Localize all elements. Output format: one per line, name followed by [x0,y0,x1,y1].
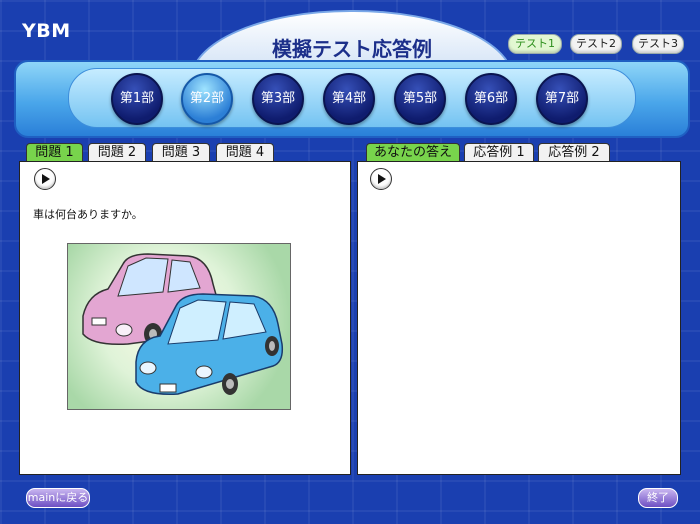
cars-illustration [82,253,284,395]
tab-question-4[interactable]: 問題 4 [216,143,274,162]
play-icon [42,174,50,184]
part-button-5[interactable]: 第5部 [394,73,446,125]
main-menu-button[interactable]: mainに戻る [26,488,90,508]
part-button-3[interactable]: 第3部 [252,73,304,125]
tab-sample-answer-2[interactable]: 応答例 2 [538,143,610,162]
tab-question-3[interactable]: 問題 3 [152,143,210,162]
part-button-6[interactable]: 第6部 [465,73,517,125]
tab-sample-answer-1[interactable]: 応答例 1 [464,143,534,162]
question-text: 車は何台ありますか。 [33,208,143,221]
part-button-7[interactable]: 第7部 [536,73,588,125]
answer-panel [357,161,681,475]
question-picture [67,243,291,410]
test-tab-2[interactable]: テスト2 [570,34,622,54]
tab-question-1[interactable]: 問題 1 [26,143,83,162]
answer-play-button[interactable] [370,168,392,190]
ybm-logo: YBM [22,20,71,42]
tab-question-2[interactable]: 問題 2 [88,143,146,162]
test-tab-3[interactable]: テスト3 [632,34,684,54]
part-button-2[interactable]: 第2部 [181,73,233,125]
part-button-4[interactable]: 第4部 [323,73,375,125]
page-title: 模擬テスト応答例 [272,37,432,61]
play-icon [378,174,386,184]
part-button-1[interactable]: 第1部 [111,73,163,125]
test-tab-1[interactable]: テスト1 [508,34,562,54]
exit-button[interactable]: 終了 [638,488,678,508]
question-play-button[interactable] [34,168,56,190]
tab-your-answer[interactable]: あなたの答え [366,143,460,162]
